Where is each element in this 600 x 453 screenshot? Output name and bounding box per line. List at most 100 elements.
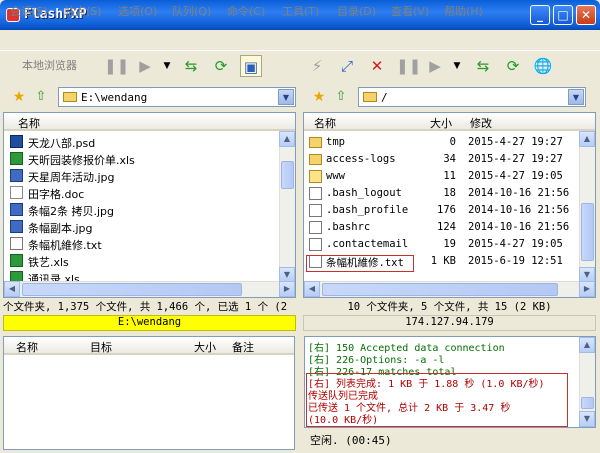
pause-icon[interactable]: ❚❚ [104,55,129,77]
menu-queue[interactable]: 队列(Q) [172,3,211,19]
remote-scroll-right-icon[interactable]: ▶ [579,281,595,297]
log-scroll-down-icon[interactable]: ▼ [579,411,595,427]
local-file-row[interactable]: 田字格.doc [8,184,278,201]
remote-file-list[interactable]: 名称 大小 修改 tmp 0 2015-4-27 19:27 access-logs 3… [303,112,596,298]
scroll-thumb[interactable] [281,161,294,189]
queue-col-note[interactable]: 备注 [232,339,254,355]
close-button[interactable]: ✕ [576,5,596,25]
local-file-list[interactable]: 名称 天龙八部.psd 天昕园装修报价单.xls 天星周年活动.jpg 田字格.doc… [3,112,296,298]
quick-connect-icon[interactable]: ⤢ [336,55,358,77]
pause-remote-icon[interactable]: ❚❚ [396,55,421,77]
remote-file-size: 1 KB [430,255,456,267]
menu-sites[interactable]: 站点(S) [64,3,102,19]
remote-file-row[interactable]: .bashrc 124 2014-10-16 21:56 [306,219,578,236]
disconnect-icon[interactable]: ✕ [366,55,388,77]
local-file-name: 条幅2条 拷贝.jpg [28,205,115,218]
local-file-row[interactable]: 铁艺.xls [8,252,278,269]
local-col-name[interactable]: 名称 [18,115,40,131]
log-scroll-up-icon[interactable]: ▲ [579,337,595,353]
remote-file-date: 2015-4-27 19:05 [468,170,563,182]
queue-col-name[interactable]: 名称 [16,339,38,355]
remote-col-name[interactable]: 名称 [314,115,336,131]
transfer-icon[interactable]: ▶ [134,55,156,77]
remote-file-row[interactable]: .contactemail 19 2015-4-27 19:05 [306,236,578,253]
local-vscroll[interactable]: ▲ ▼ [279,131,295,283]
folder-file-icon [309,137,322,148]
remote-file-name: .contactemail [326,238,409,250]
chevron-down-icon[interactable]: ▼ [156,55,178,77]
up-folder-remote-icon[interactable]: ⇧ [330,86,352,108]
remote-file-size: 124 [437,221,456,233]
remote-file-name: .bash_logout [326,187,402,199]
www-file-icon [309,170,322,183]
local-file-name: 天龙八部.psd [28,137,96,150]
local-file-row[interactable]: 天星周年活动.jpg [8,167,278,184]
local-browser-label: 本地浏览器 [22,59,77,72]
queue-list[interactable]: 名称 目标 大小 备注 [3,336,295,450]
remote-hscroll[interactable]: ◀ ▶ [304,281,595,297]
menu-help[interactable]: 帮助(H) [444,3,483,19]
remote-path-dropdown-icon[interactable]: ▼ [568,89,584,105]
queue-col-size[interactable]: 大小 [194,339,216,355]
star-icon[interactable]: ★ [8,86,30,108]
scroll-up-icon[interactable]: ▲ [279,131,295,147]
menu-session[interactable]: 会话(S) [10,3,48,19]
local-path-dropdown-icon[interactable]: ▼ [278,89,294,105]
local-browser-icon[interactable]: ▣ [240,55,262,77]
sync-icon[interactable]: ⇆ [472,55,494,77]
txt-file-icon [309,238,322,251]
remote-scroll-up-icon[interactable]: ▲ [579,131,595,147]
transfer-remote-icon[interactable]: ▶ [424,55,446,77]
minimize-button[interactable]: _ [530,5,550,25]
remote-scroll-left-icon[interactable]: ◀ [304,281,320,297]
remote-file-row[interactable]: www 11 2015-4-27 19:05 [306,168,578,185]
local-file-name: 条幅副本.jpg [28,222,93,235]
local-file-row[interactable]: 条幅机維修.txt [8,235,278,252]
local-file-row[interactable]: 条幅副本.jpg [8,218,278,235]
folder-remote-icon [363,92,377,102]
log-vscroll[interactable]: ▲ ▼ [579,337,595,427]
local-file-row[interactable]: 天昕园装修报价单.xls [8,150,278,167]
refresh-remote-icon[interactable]: ⟳ [502,55,524,77]
remote-col-modified[interactable]: 修改 [470,115,492,131]
remote-file-row[interactable]: access-logs 34 2015-4-27 19:27 [306,151,578,168]
psd-file-icon [10,135,23,148]
maximize-button[interactable]: □ [553,5,573,25]
remote-file-row[interactable]: tmp 0 2015-4-27 19:27 [306,134,578,151]
menu-commands[interactable]: 命令(C) [227,3,265,19]
refresh-transfer-icon[interactable]: ⇆ [180,55,202,77]
scroll-right-icon[interactable]: ▶ [279,281,295,297]
remote-scroll-thumb[interactable] [581,203,594,261]
local-path-combo[interactable]: E:\wendang ▼ [58,87,296,107]
connect-icon[interactable]: ⚡ [306,55,328,77]
remote-file-row[interactable]: .bash_logout 18 2014-10-16 21:56 [306,185,578,202]
queue-col-target[interactable]: 目标 [90,339,112,355]
remote-hscroll-thumb[interactable] [322,283,558,296]
star-remote-icon[interactable]: ★ [308,86,330,108]
menu-directory[interactable]: 目录(D) [337,3,376,19]
local-file-row[interactable]: 条幅2条 拷贝.jpg [8,201,278,218]
chevron-down-remote-icon[interactable]: ▼ [446,55,468,77]
refresh-icon[interactable]: ⟳ [210,55,232,77]
up-folder-icon[interactable]: ⇧ [30,86,52,108]
txt-file-icon [10,237,23,250]
menu-tools[interactable]: 工具(T) [282,3,319,19]
remote-file-size: 34 [443,153,456,165]
local-file-row[interactable]: 天龙八部.psd [8,133,278,150]
menu-options[interactable]: 选项(O) [118,3,157,19]
local-hscroll[interactable]: ◀ ▶ [4,281,295,297]
local-file-name: 条幅机維修.txt [28,239,102,252]
remote-file-row[interactable]: .bash_profile 176 2014-10-16 21:56 [306,202,578,219]
remote-path-bar: ★ ⇧ / ▼ [302,84,600,110]
globe-icon[interactable]: 🌐 [532,55,554,77]
log-pane[interactable]: [右] 150 Accepted data connection [右] 226-… [304,336,596,428]
scroll-left-icon[interactable]: ◀ [4,281,20,297]
hscroll-thumb[interactable] [22,283,242,296]
remote-col-size[interactable]: 大小 [430,115,452,131]
menu-view[interactable]: 查看(V) [391,3,429,19]
log-scroll-thumb[interactable] [581,397,594,409]
remote-file-date: 2014-10-16 21:56 [468,204,570,216]
remote-file-name: tmp [326,136,345,148]
remote-path-combo[interactable]: / ▼ [358,87,586,107]
remote-vscroll[interactable]: ▲ ▼ [579,131,595,283]
